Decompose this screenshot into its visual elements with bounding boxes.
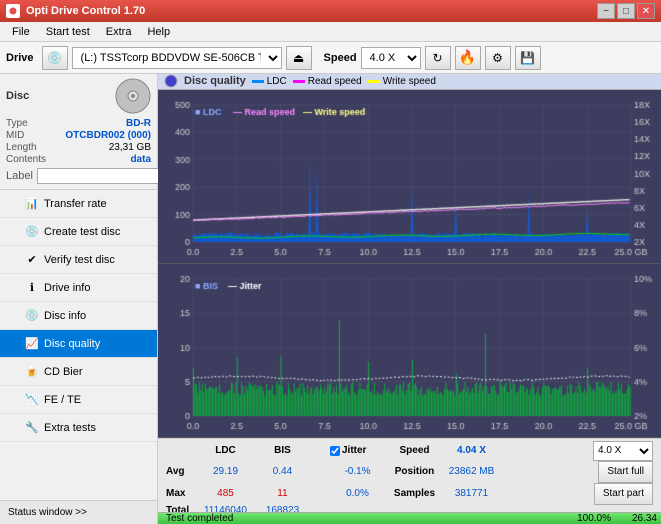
progress-bar-container: Test completed 100.0% 26.34: [158, 512, 661, 524]
contents-label: Contents: [6, 154, 46, 165]
sidebar-item-drive-info[interactable]: ℹ Drive info: [0, 274, 157, 302]
max-label: Max: [166, 488, 196, 499]
transfer-rate-icon: 📊: [24, 196, 40, 212]
label-label: Label: [6, 170, 33, 182]
save-button[interactable]: 💾: [515, 46, 541, 70]
sidebar-nav: 📊 Transfer rate 💿 Create test disc ✔ Ver…: [0, 190, 157, 500]
legend-ldc: LDC: [252, 76, 287, 87]
drive-label: Drive: [6, 52, 34, 64]
ldc-avg: 29.19: [198, 466, 253, 477]
jitter-avg: -0.1%: [330, 466, 385, 477]
status-window-label: Status window >>: [8, 507, 87, 518]
status-text: Test completed: [162, 513, 237, 524]
menu-extra[interactable]: Extra: [98, 24, 140, 40]
menu-start-test[interactable]: Start test: [38, 24, 98, 40]
cd-bier-icon: 🍺: [24, 364, 40, 380]
refresh-button[interactable]: ↻: [425, 46, 451, 70]
contents-value: data: [130, 154, 151, 165]
charts-container: [158, 90, 661, 438]
legend-write-speed: Write speed: [368, 76, 436, 87]
progress-percentage: 100.0%: [577, 513, 611, 524]
avg-label: Avg: [166, 466, 196, 477]
bis-jitter-chart: [158, 264, 661, 434]
menu-bar: File Start test Extra Help: [0, 22, 661, 42]
speed-stat-dropdown[interactable]: 4.0 X2.0 X8.0 X: [593, 441, 653, 461]
speed-label: Speed: [324, 52, 357, 64]
disc-panel: Disc Type BD-R MID OTCBDR002 (000) Lengt…: [0, 74, 157, 190]
app-icon: [6, 4, 20, 18]
status-window-button[interactable]: Status window >>: [0, 500, 157, 524]
extra-tests-icon: 🔧: [24, 420, 40, 436]
menu-file[interactable]: File: [4, 24, 38, 40]
maximize-button[interactable]: □: [617, 3, 635, 19]
bottom-chart-area: [158, 264, 661, 438]
jitter-checkbox[interactable]: [330, 446, 340, 456]
bis-max: 11: [255, 488, 310, 499]
main-layout: Disc Type BD-R MID OTCBDR002 (000) Lengt…: [0, 74, 661, 524]
eject-button[interactable]: ⏏: [286, 46, 312, 70]
menu-help[interactable]: Help: [139, 24, 178, 40]
disc-quality-header: Disc quality LDC Read speed Write speed: [158, 74, 661, 90]
disc-quality-title: Disc quality: [184, 75, 246, 87]
type-value: BD-R: [126, 118, 151, 129]
drive-select[interactable]: (L:) TSSTcorp BDDVDW SE-506CB TS02: [72, 47, 282, 69]
type-label: Type: [6, 118, 28, 129]
sidebar-item-disc-quality[interactable]: 📈 Disc quality: [0, 330, 157, 358]
settings-button[interactable]: ⚙: [485, 46, 511, 70]
sidebar-item-verify-test-disc[interactable]: ✔ Verify test disc: [0, 246, 157, 274]
sidebar-item-fe-te[interactable]: 📉 FE / TE: [0, 386, 157, 414]
toolbar: Drive 💿 (L:) TSSTcorp BDDVDW SE-506CB TS…: [0, 42, 661, 74]
sidebar-item-cd-bier[interactable]: 🍺 CD Bier: [0, 358, 157, 386]
title-bar: Opti Drive Control 1.70 − □ ✕: [0, 0, 661, 22]
sidebar-item-extra-tests[interactable]: 🔧 Extra tests: [0, 414, 157, 442]
samples-value: 381771: [444, 488, 499, 499]
sidebar-item-create-test-disc[interactable]: 💿 Create test disc: [0, 218, 157, 246]
burn-button[interactable]: 🔥: [455, 46, 481, 70]
start-part-button[interactable]: Start part: [594, 483, 653, 505]
speed-select[interactable]: 4.0 X 2.0 X 8.0 X: [361, 47, 421, 69]
samples-label: Samples: [387, 488, 442, 499]
start-full-button[interactable]: Start full: [598, 461, 653, 483]
fe-te-icon: 📉: [24, 392, 40, 408]
disc-quality-icon: 📈: [24, 336, 40, 352]
length-label: Length: [6, 142, 37, 153]
position-value: 23862 MB: [444, 466, 499, 477]
mid-label: MID: [6, 130, 24, 141]
content-area: Disc quality LDC Read speed Write speed: [158, 74, 661, 524]
mid-value: OTCBDR002 (000): [65, 130, 151, 141]
app-title: Opti Drive Control 1.70: [26, 5, 145, 17]
sidebar: Disc Type BD-R MID OTCBDR002 (000) Lengt…: [0, 74, 158, 524]
stats-bar: LDC BIS Jitter Speed 4.04 X 4.0 X2.0 X8.…: [158, 438, 661, 512]
disc-quality-icon-header: [164, 74, 178, 88]
bis-avg: 0.44: [255, 466, 310, 477]
drive-info-icon: ℹ: [24, 280, 40, 296]
sidebar-item-transfer-rate[interactable]: 📊 Transfer rate: [0, 190, 157, 218]
jitter-checkbox-area: Jitter: [330, 445, 385, 456]
verify-test-icon: ✔: [24, 252, 40, 268]
progress-right-value: 26.34: [632, 513, 657, 524]
speed-stat-value: 4.04 X: [444, 445, 499, 456]
jitter-max: 0.0%: [330, 488, 385, 499]
close-button[interactable]: ✕: [637, 3, 655, 19]
sidebar-item-disc-info[interactable]: 💿 Disc info: [0, 302, 157, 330]
ldc-color: [252, 80, 264, 83]
ldc-max: 485: [198, 488, 253, 499]
ldc-header: LDC: [198, 445, 253, 456]
create-test-icon: 💿: [24, 224, 40, 240]
read-speed-color: [293, 80, 305, 83]
label-input[interactable]: [37, 168, 175, 184]
write-speed-color: [368, 80, 380, 83]
drive-icon: 💿: [42, 46, 68, 70]
position-label: Position: [387, 466, 442, 477]
ldc-chart: [158, 90, 661, 260]
legend-read-speed: Read speed: [293, 76, 362, 87]
disc-panel-title: Disc: [6, 90, 29, 102]
minimize-button[interactable]: −: [597, 3, 615, 19]
disc-info-icon: 💿: [24, 308, 40, 324]
bis-header: BIS: [255, 445, 310, 456]
length-value: 23,31 GB: [109, 142, 151, 153]
speed-stat-header: Speed: [387, 445, 442, 456]
top-chart-area: [158, 90, 661, 264]
disc-image: [115, 78, 151, 114]
